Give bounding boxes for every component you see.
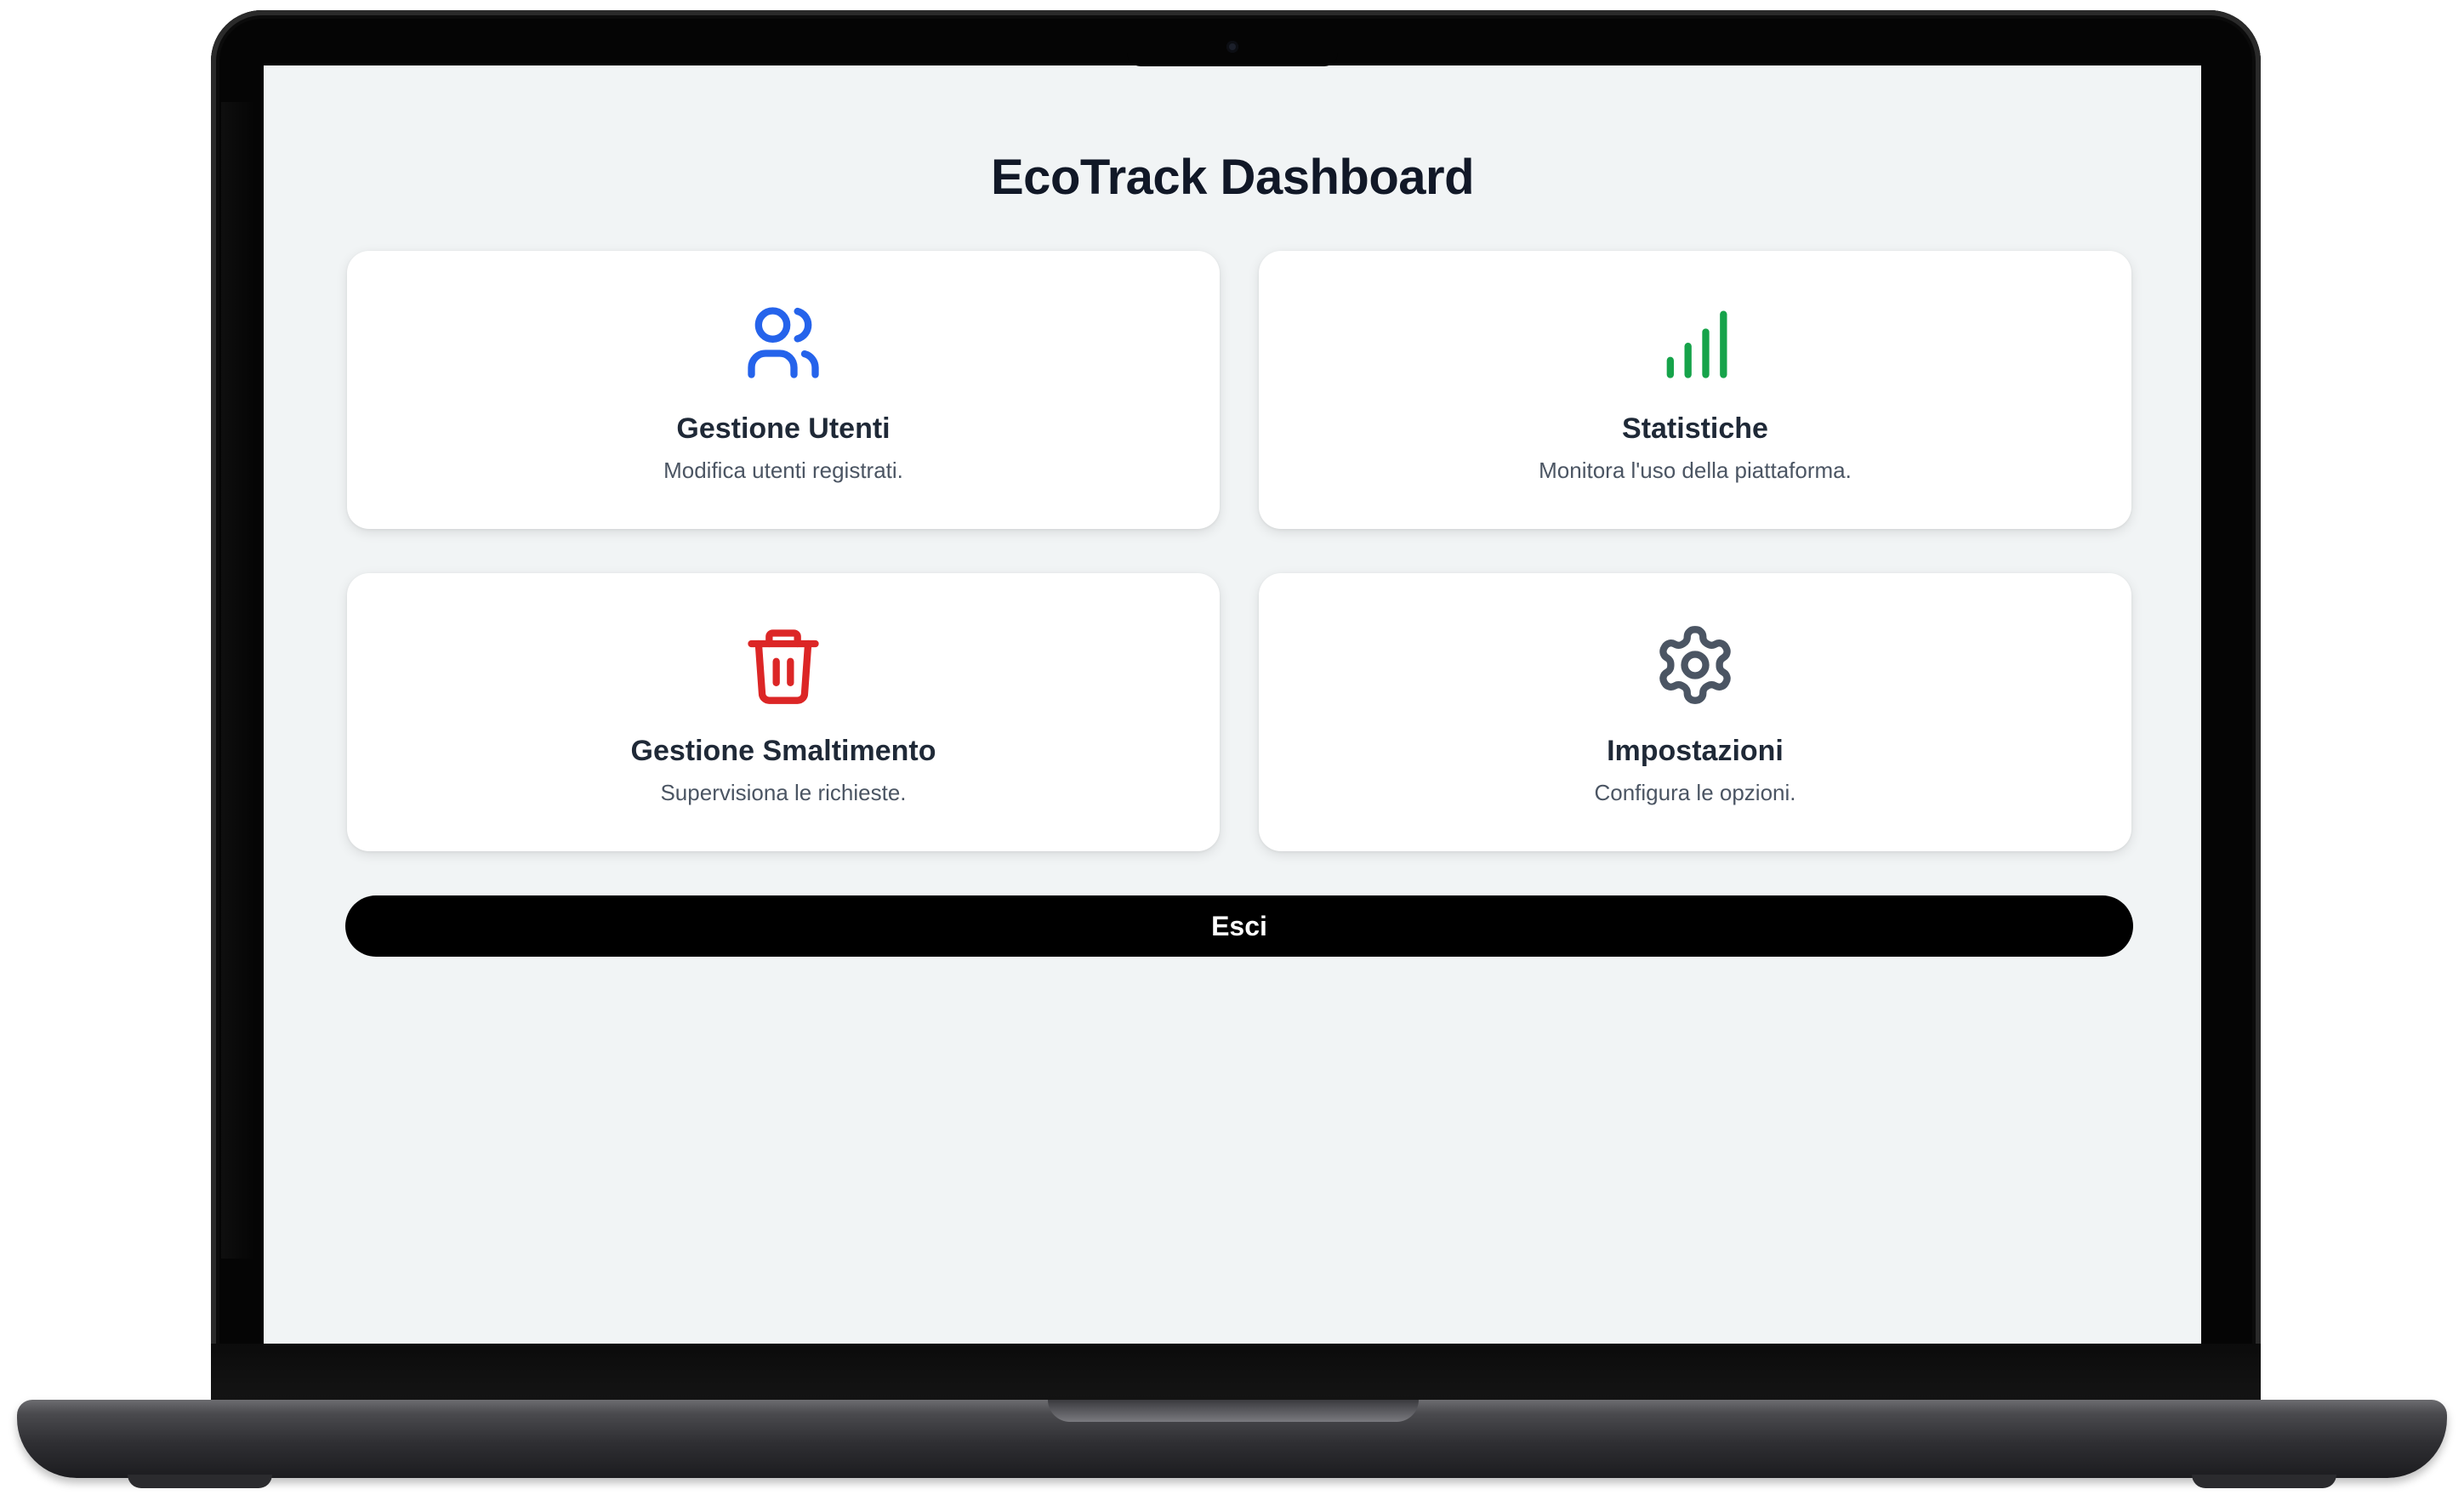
users-icon [741, 300, 826, 385]
laptop-foot-left [128, 1475, 272, 1488]
gear-icon [1653, 622, 1738, 708]
card-user-management[interactable]: Gestione Utenti Modifica utenti registra… [347, 251, 1220, 529]
laptop-foot-right [2192, 1475, 2336, 1488]
card-title: Impostazioni [1607, 735, 1784, 767]
app-screen: EcoTrack Dashboard Gestione Utenti Modif… [264, 65, 2201, 1344]
laptop-mockup: EcoTrack Dashboard Gestione Utenti Modif… [0, 0, 2464, 1512]
lid-glare [221, 102, 255, 1259]
signal-bars-icon [1653, 300, 1738, 385]
page-title: EcoTrack Dashboard [991, 150, 1475, 205]
card-settings[interactable]: Impostazioni Configura le opzioni. [1259, 573, 2131, 851]
camera-icon [1226, 41, 1238, 53]
card-disposal-management[interactable]: Gestione Smaltimento Supervisiona le ric… [347, 573, 1220, 851]
card-title: Statistiche [1622, 412, 1768, 445]
trash-icon [741, 622, 826, 708]
laptop-chin [211, 1344, 2261, 1405]
laptop-opening-notch [1048, 1400, 1419, 1422]
card-description: Supervisiona le richieste. [660, 780, 907, 805]
card-description: Configura le opzioni. [1594, 780, 1796, 805]
card-description: Monitora l'uso della piattaforma. [1539, 458, 1852, 483]
card-title: Gestione Utenti [676, 412, 891, 445]
card-description: Modifica utenti registrati. [663, 458, 903, 483]
card-statistics[interactable]: Statistiche Monitora l'uso della piattaf… [1259, 251, 2131, 529]
logout-button[interactable]: Esci [345, 895, 2133, 957]
card-title: Gestione Smaltimento [630, 735, 936, 767]
